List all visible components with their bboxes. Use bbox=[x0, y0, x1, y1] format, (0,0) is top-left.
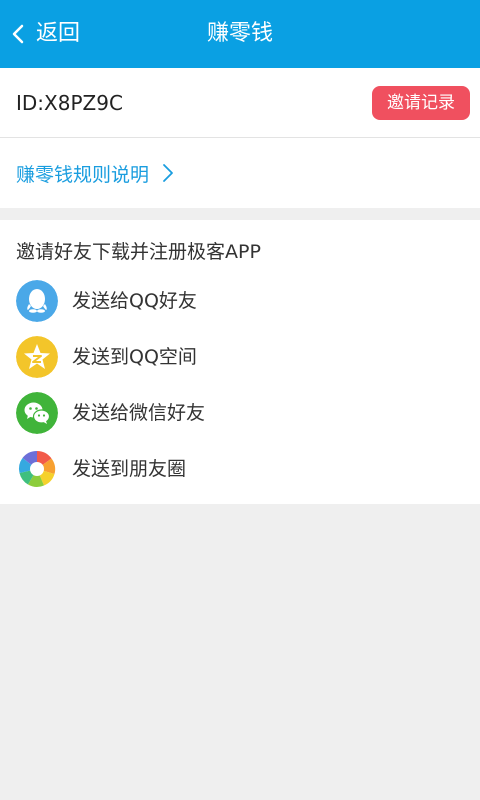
share-card: 邀请好友下载并注册极客APP 发送给QQ好友 发送到QQ空间 发送给微信好友 发… bbox=[0, 220, 480, 504]
share-moments-label: 发送到朋友圈 bbox=[72, 458, 187, 480]
share-moments[interactable]: 发送到朋友圈 bbox=[0, 444, 480, 494]
chevron-right-icon bbox=[163, 164, 173, 182]
share-qzone[interactable]: 发送到QQ空间 bbox=[0, 332, 480, 382]
page-title: 赚零钱 bbox=[206, 21, 273, 46]
moments-icon bbox=[16, 448, 58, 490]
user-id: ID:X8PZ9C bbox=[16, 91, 123, 115]
share-wechat-friend-label: 发送给微信好友 bbox=[72, 402, 206, 424]
qzone-icon bbox=[16, 336, 58, 378]
share-heading: 邀请好友下载并注册极客APP bbox=[16, 241, 261, 263]
rules-label: 赚零钱规则说明 bbox=[16, 163, 150, 186]
invite-record-button[interactable]: 邀请记录 bbox=[372, 86, 470, 120]
share-qzone-label: 发送到QQ空间 bbox=[72, 346, 197, 368]
share-qq-friend-label: 发送给QQ好友 bbox=[72, 290, 197, 312]
rules-link[interactable]: 赚零钱规则说明 bbox=[0, 138, 480, 208]
share-qq-friend[interactable]: 发送给QQ好友 bbox=[0, 276, 480, 326]
qq-icon bbox=[16, 280, 58, 322]
account-card: ID:X8PZ9C 邀请记录 赚零钱规则说明 bbox=[0, 68, 480, 208]
app-header: 返回 赚零钱 bbox=[0, 0, 480, 68]
account-id-row: ID:X8PZ9C 邀请记录 bbox=[0, 68, 480, 138]
wechat-icon bbox=[16, 392, 58, 434]
share-wechat-friend[interactable]: 发送给微信好友 bbox=[0, 388, 480, 438]
